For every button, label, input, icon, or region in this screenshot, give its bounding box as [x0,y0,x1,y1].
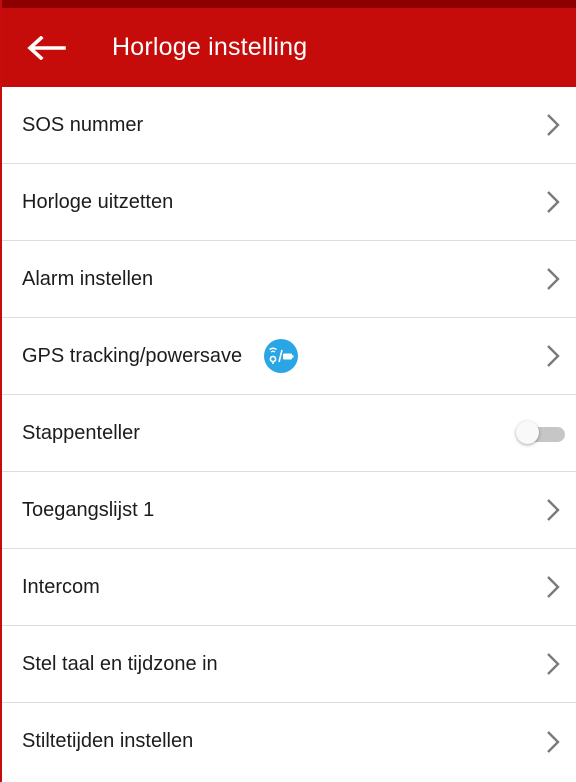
setting-pedometer: Stappenteller [0,395,576,472]
setting-label: Stel taal en tijdzone in [22,652,218,675]
status-strip [0,0,576,8]
setting-watch-off[interactable]: Horloge uitzetten [0,164,576,241]
page-title: Horloge instelling [112,33,308,61]
setting-access-list[interactable]: Toegangslijst 1 [0,472,576,549]
left-edge-accent [0,0,2,782]
setting-alarm[interactable]: Alarm instellen [0,241,576,318]
toggle-knob [516,421,539,444]
chevron-right-icon [547,345,560,367]
settings-list: SOS nummer Horloge uitzetten Alarm inste… [0,87,576,780]
setting-label: Horloge uitzetten [22,190,174,213]
gps-powersave-icon [264,339,299,373]
chevron-right-icon [547,191,560,213]
chevron-right-icon [547,499,560,521]
pedometer-toggle[interactable] [516,421,565,445]
setting-sos-number[interactable]: SOS nummer [0,87,576,164]
setting-label: SOS nummer [22,113,144,136]
chevron-right-icon [547,114,560,136]
chevron-right-icon [547,653,560,675]
app-header: Horloge instelling [0,8,576,87]
setting-intercom[interactable]: Intercom [0,549,576,626]
setting-label: Stiltetijden instellen [22,730,194,752]
arrow-left-icon [27,35,66,60]
chevron-right-icon [547,576,560,598]
chevron-right-icon [547,268,560,290]
chevron-right-icon [547,730,560,753]
setting-silent-times[interactable]: Stiltetijden instellen [0,703,576,780]
setting-label: Toegangslijst 1 [22,498,155,521]
back-button[interactable] [0,8,92,87]
setting-label: GPS tracking/powersave [22,344,243,367]
setting-label: Stappenteller [22,421,140,444]
setting-gps-tracking[interactable]: GPS tracking/powersave [0,318,576,395]
setting-label: Alarm instellen [22,267,154,290]
setting-language-timezone[interactable]: Stel taal en tijdzone in [0,626,576,703]
setting-label: Intercom [22,575,100,598]
